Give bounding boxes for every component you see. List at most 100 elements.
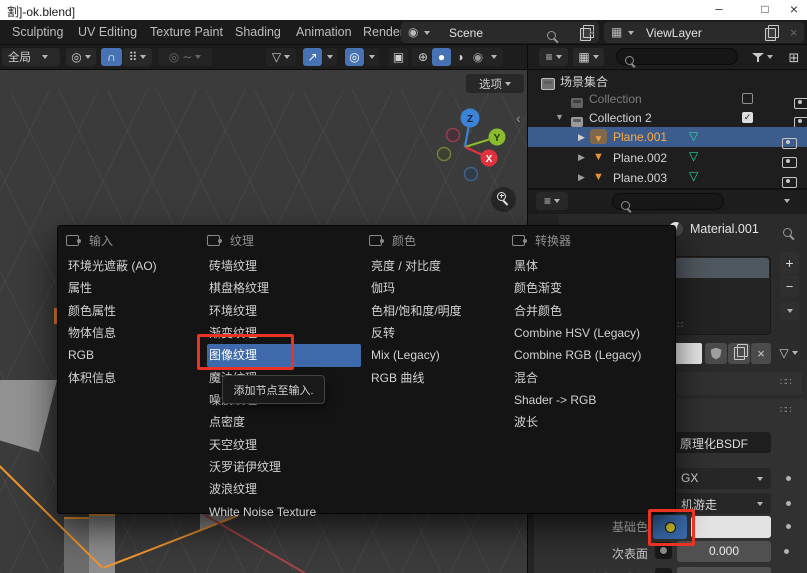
tab-animation[interactable]: Animation [296,25,352,39]
close-window-button[interactable]: × [782,1,806,17]
expand-closed-icon[interactable]: ▶ [578,152,585,163]
outliner-row-plane-002[interactable]: ▶ ▼ Plane.002 ▽ [528,148,807,167]
shading-solid-button[interactable]: ● [432,48,451,66]
viewlayer-dropdown-caret[interactable] [628,31,634,35]
outliner-search[interactable] [616,48,738,65]
menu-item[interactable]: 波长 [512,411,672,433]
menu-item[interactable]: 点密度 [207,411,361,433]
menu-item[interactable]: 沃罗诺伊纹理 [207,456,361,478]
menu-item[interactable]: 体积信息 [66,367,201,389]
panel-drag-dots[interactable]: ∷∷ [780,405,791,416]
menu-item[interactable]: 棋盘格纹理 [207,277,361,299]
gizmo-move-dropdown[interactable] [323,48,337,66]
menu-item[interactable]: 环境纹理 [207,300,361,322]
remove-material-slot-button[interactable]: − [780,275,799,297]
material-specials-dropdown[interactable] [780,302,799,320]
menu-item[interactable]: 反转 [369,322,511,344]
pivot-point-dropdown[interactable]: ◎ [66,48,96,66]
mesh-box-face-left[interactable] [64,517,89,573]
animate-dot[interactable] [786,501,791,506]
tab-shading[interactable]: Shading [235,25,281,39]
clipped-socket[interactable] [655,568,672,573]
animate-dot[interactable] [784,549,789,554]
properties-editor-type-dropdown[interactable]: ≡ [536,192,568,210]
outliner-row-plane-003[interactable]: ▶ ▼ Plane.003 ▽ [528,168,807,187]
new-collection-button[interactable]: ⊞ [784,48,804,66]
menu-item[interactable]: 合并颜色 [512,300,672,322]
unlink-scene-icon[interactable]: × [588,25,596,40]
outliner-row-plane-001[interactable]: ▶ ▼ Plane.001 ▽ [528,127,807,147]
unlink-material-button[interactable]: × [751,343,771,364]
viewlayer-icon[interactable]: ▦ [611,26,622,38]
menu-item[interactable]: 色相/饱和度/明度 [369,300,511,322]
menu-item-image-texture[interactable]: 图像纹理 [207,344,361,366]
menu-item[interactable]: Shader -> RGB [512,389,672,411]
outliner-display-mode-dropdown[interactable]: ≡ [539,48,568,66]
mesh-data-icon[interactable]: ▽ [689,169,698,183]
menu-item[interactable]: Mix (Legacy) [369,344,511,366]
overlays-dropdown[interactable] [365,48,379,66]
expand-closed-icon[interactable]: ▶ [578,132,585,143]
resize-grip-dots[interactable]: ∷ [677,320,682,331]
maximize-button[interactable]: □ [748,2,782,16]
show-gizmo-dropdown[interactable]: ▽ [266,48,296,66]
menu-item[interactable]: 亮度 / 对比度 [369,255,511,277]
menu-item[interactable]: 物体信息 [66,322,201,344]
transform-orientation-dropdown[interactable]: 全局 [2,48,60,66]
menu-item[interactable]: White Noise Texture [207,501,361,523]
menu-item[interactable]: 颜色属性 [66,300,201,322]
menu-item[interactable]: 属性 [66,277,201,299]
shading-material-icon[interactable]: ◑ [451,51,469,63]
properties-search[interactable] [612,193,724,210]
tab-texture-paint[interactable]: Texture Paint [150,25,223,39]
xray-toggle[interactable]: ▣ [389,48,408,66]
scene-name[interactable]: Scene [449,26,483,40]
clipped-value-field[interactable] [677,567,771,573]
sidebar-collapse-icon[interactable]: ‹ [516,110,521,126]
material-breadcrumb[interactable]: Material.001 [690,222,759,236]
mesh-data-icon[interactable]: ▽ [689,129,698,143]
copy-material-button[interactable] [728,343,750,364]
viewlayer-name[interactable]: ViewLayer [646,26,702,40]
menu-item[interactable]: RGB 曲线 [369,367,511,389]
menu-item[interactable]: Combine HSV (Legacy) [512,322,672,344]
collection-checkbox[interactable] [742,93,753,104]
outliner-filter-dropdown[interactable] [747,48,778,66]
snap-toggle-button[interactable]: ∩ [101,48,122,66]
menu-item[interactable]: 伽玛 [369,277,511,299]
menu-item[interactable]: 砖墙纹理 [207,255,361,277]
scene-dropdown-caret[interactable] [424,31,430,35]
mesh-data-icon[interactable]: ▽ [689,149,698,163]
menu-item[interactable]: 混合 [512,367,672,389]
expand-closed-icon[interactable]: ▶ [578,172,585,183]
viewport-options-dropdown[interactable]: 选项 [466,74,524,93]
menu-item[interactable]: 颜色渐变 [512,277,672,299]
snap-target-dropdown[interactable]: ⠿ [123,48,152,66]
menu-item[interactable]: 环境光遮蔽 (AO) [66,255,201,277]
outliner-row-scene-collection[interactable]: 场景集合 [528,70,807,89]
menu-item[interactable]: 渐变纹理 [207,322,361,344]
remove-viewlayer-icon[interactable]: × [790,25,798,40]
properties-options-caret[interactable] [784,199,790,203]
scene-icon[interactable]: ◉ [408,26,418,38]
node-tree-button[interactable]: ▽ [775,341,802,364]
camera-icon[interactable] [782,138,797,149]
tab-sculpting[interactable]: Sculpting [12,25,63,39]
viewport-zoom-button[interactable] [491,187,516,212]
outliner-row-collection[interactable]: Collection [528,89,807,108]
shading-wireframe-icon[interactable]: ⊕ [414,51,432,63]
fake-user-button[interactable] [705,343,727,364]
menu-item[interactable]: 黑体 [512,255,672,277]
subsurface-value-field[interactable]: 0.000 [677,541,771,562]
copy-viewlayer-icon[interactable] [765,28,776,41]
expand-open-icon[interactable]: ▼ [555,112,564,122]
minimize-button[interactable]: – [702,1,736,16]
add-material-slot-button[interactable]: + [780,252,799,274]
outliner-filter-display-dropdown[interactable]: ▦ [573,48,604,66]
base-color-swatch[interactable] [691,516,771,538]
camera-icon[interactable] [782,157,797,168]
outliner-row-collection-2[interactable]: ▼ Collection 2 ✓ [528,108,807,127]
shading-dropdown-caret[interactable] [491,55,497,59]
proportional-editing-group[interactable]: ◎ ∼ [158,48,212,66]
pin-scene-icon[interactable] [545,29,558,42]
